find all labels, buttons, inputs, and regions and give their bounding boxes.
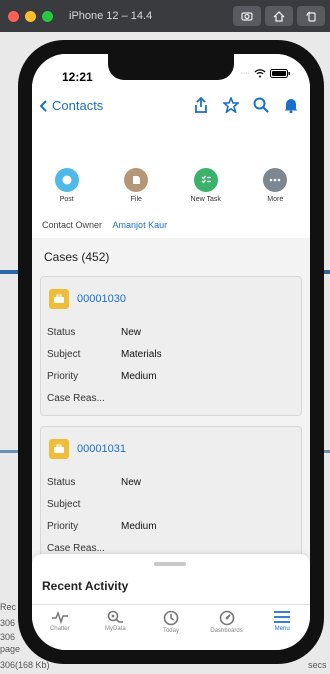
recent-activity-title: Recent Activity (42, 579, 129, 593)
quick-actions: Post File New Task More (32, 154, 310, 216)
field-label: Case Reas... (47, 393, 105, 404)
field-value: Medium (121, 371, 157, 382)
background-text: 306 (0, 632, 16, 642)
owner-label: Contact Owner (42, 220, 103, 230)
minimize-window-icon[interactable] (25, 10, 36, 22)
rotate-button[interactable] (297, 6, 325, 26)
sheet-grabber[interactable] (154, 562, 186, 566)
field-label: Subject (47, 499, 81, 510)
case-number-link[interactable]: 00001030 (77, 293, 126, 305)
tab-label: Chatter (49, 626, 70, 632)
tab-mydata[interactable]: MyData (88, 610, 142, 650)
chevron-left-icon (40, 99, 47, 112)
action-label: File (130, 196, 142, 203)
briefcase-icon (49, 289, 69, 309)
notch (108, 54, 234, 80)
gauge-icon (219, 610, 234, 626)
screenshot-button[interactable] (233, 6, 261, 26)
tab-bar: Chatter MyData Today Dashboards Menu (32, 604, 310, 650)
owner-link[interactable]: Amanjot Kaur (113, 220, 168, 230)
home-button[interactable] (265, 6, 293, 26)
close-window-icon[interactable] (8, 10, 19, 22)
action-label: More (267, 196, 284, 203)
back-button[interactable]: Contacts (40, 98, 103, 113)
field-label: Priority (47, 371, 79, 382)
field-label: Subject (47, 349, 81, 360)
field-label: Case Reas... (47, 543, 105, 554)
simulator-titlebar: iPhone 12 – 14.4 (0, 0, 330, 32)
tab-chatter[interactable]: Chatter (33, 610, 87, 650)
field-value: Medium (121, 521, 157, 532)
tab-menu[interactable]: Menu (255, 610, 309, 650)
tab-label: Dashboards (210, 628, 243, 634)
tab-label: MyData (105, 626, 126, 632)
nav-actions (192, 96, 300, 114)
tab-label: Today (162, 628, 179, 634)
briefcase-icon (49, 439, 69, 459)
case-card[interactable]: 00001030 Status New Subject Materials Pr… (40, 276, 302, 416)
mydata-icon (108, 610, 124, 623)
file-icon (124, 168, 149, 192)
post-icon (54, 168, 79, 192)
field-value: New (121, 477, 142, 488)
task-icon (193, 168, 218, 192)
rotate-icon (305, 10, 316, 22)
field-value: New (121, 327, 142, 338)
camera-icon (241, 12, 253, 21)
case-number-link[interactable]: 00001031 (77, 443, 126, 455)
zoom-window-icon[interactable] (42, 10, 53, 22)
action-post[interactable]: Post (37, 168, 97, 216)
background-text: Rec (0, 602, 17, 612)
bell-icon[interactable] (282, 96, 300, 114)
case-header: 00001030 (49, 289, 126, 309)
action-new-task[interactable]: New Task (176, 168, 236, 216)
tab-dashboards[interactable]: Dashboards (200, 610, 254, 650)
field-label: Status (47, 477, 76, 488)
search-icon[interactable] (252, 96, 270, 114)
field-value: Materials (121, 349, 162, 360)
field-label: Status (47, 327, 76, 338)
tab-today[interactable]: Today (144, 610, 198, 650)
iphone-frame: 12:21 ···· Contacts Post File New Task M… (18, 40, 324, 664)
battery-icon (270, 69, 290, 78)
background-text: 306(168 Kb) (0, 660, 50, 670)
action-label: Post (59, 196, 74, 203)
star-icon[interactable] (222, 96, 240, 114)
back-label: Contacts (52, 98, 104, 113)
action-file[interactable]: File (106, 168, 166, 216)
action-more[interactable]: More (245, 168, 305, 216)
contact-owner-row: Contact Owner Amanjot Kaur (32, 216, 310, 238)
share-icon[interactable] (192, 96, 210, 114)
status-indicators: ···· (241, 69, 290, 78)
home-icon (273, 10, 285, 22)
status-time: 12:21 (62, 70, 93, 84)
simulator-title: iPhone 12 – 14.4 (69, 10, 153, 22)
chatter-icon (51, 610, 68, 624)
field-label: Priority (47, 521, 79, 532)
more-icon (263, 168, 288, 192)
background-text: secs (308, 660, 327, 670)
clock-icon (163, 610, 179, 626)
action-label: New Task (190, 196, 221, 203)
background-text: page (0, 644, 21, 654)
signal-icon: ···· (240, 70, 250, 77)
tab-label: Menu (274, 626, 290, 632)
phone-screen: 12:21 ···· Contacts Post File New Task M… (32, 54, 310, 650)
case-header: 00001031 (49, 439, 126, 459)
wifi-icon (254, 69, 266, 78)
menu-icon (274, 611, 291, 623)
background-text: 306 (0, 618, 16, 628)
cases-header: Cases (452) (44, 250, 110, 264)
